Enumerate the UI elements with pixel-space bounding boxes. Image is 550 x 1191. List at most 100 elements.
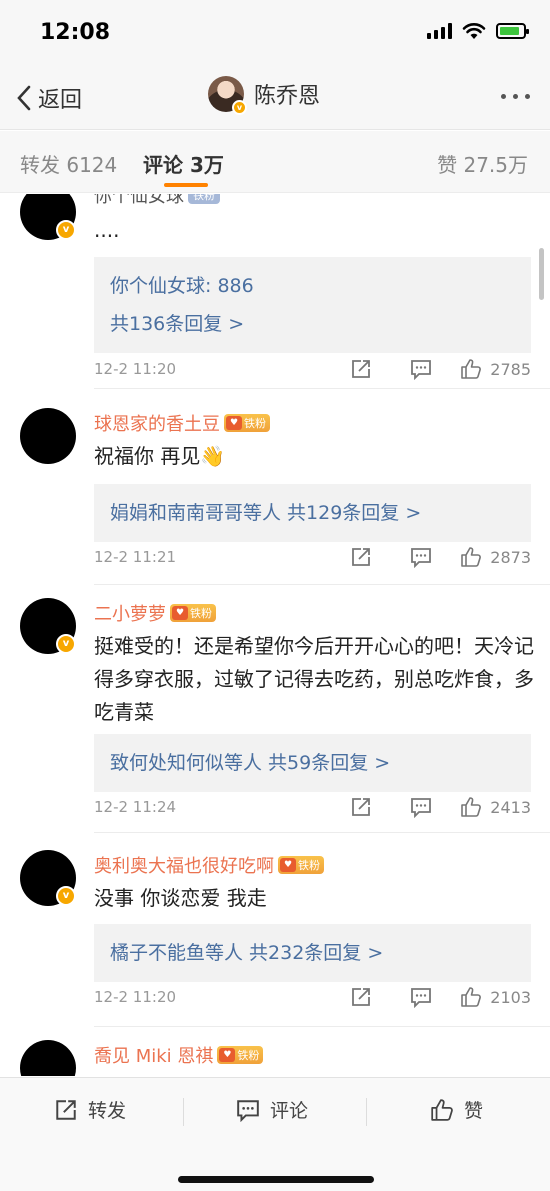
comment-item: v 你个仙女球 铁粉 .... 你个仙女球: 886 共136条回复 > 12-… <box>0 194 550 389</box>
share-icon[interactable] <box>350 546 372 568</box>
like-count: 2873 <box>490 547 531 567</box>
comment-actions: 2873 <box>312 546 531 568</box>
comment-timestamp: 12-2 11:20 <box>94 360 177 378</box>
reply-icon[interactable] <box>410 546 432 568</box>
divider <box>94 832 550 833</box>
like-button[interactable]: 2103 <box>460 986 531 1008</box>
scrollbar[interactable] <box>539 248 544 300</box>
comment-item: 球恩家的香土豆 ♥ 铁粉 祝福你 再见👋 娟娟和南南哥哥等人 共129条回复 > … <box>0 408 550 598</box>
reply-preview[interactable]: 橘子不能鱼等人 共232条回复 > <box>94 924 531 982</box>
comment-actions: 2785 <box>312 358 531 380</box>
comment-username[interactable]: 二小萝萝 ♥ 铁粉 <box>94 600 216 626</box>
like-count: 2103 <box>490 987 531 1007</box>
thumbs-up-icon <box>461 547 482 567</box>
bottom-action-bar: 转发 评论 赞 <box>0 1077 550 1191</box>
more-options-icon[interactable] <box>501 94 530 99</box>
avatar[interactable]: v <box>20 850 76 906</box>
verified-icon: v <box>56 634 76 654</box>
repost-label: 转发 <box>88 1100 127 1122</box>
status-icons <box>427 22 529 40</box>
fan-badge: ♥ 铁粉 <box>217 1046 264 1064</box>
verified-icon: v <box>232 100 247 115</box>
like-button[interactable]: 赞 <box>430 1096 483 1123</box>
reply-preview[interactable]: 娟娟和南南哥哥等人 共129条回复 > <box>94 484 531 542</box>
chevron-left-icon <box>17 85 31 111</box>
fan-badge: 铁粉 <box>188 194 220 204</box>
tab-repost[interactable]: 转发 6124 <box>20 149 117 178</box>
comment-actions: 2103 <box>312 986 531 1008</box>
thumbs-up-icon <box>461 359 482 379</box>
comment-item: 喬见 Miki 恩祺 ♥ 铁粉 <box>0 1040 550 1076</box>
heart-icon: ♥ <box>172 606 188 620</box>
divider <box>94 388 550 389</box>
avatar[interactable] <box>20 1040 76 1076</box>
like-count: 2413 <box>490 797 531 817</box>
fan-badge: ♥ 铁粉 <box>170 604 216 622</box>
reply-icon[interactable] <box>410 986 432 1008</box>
avatar[interactable]: v <box>208 76 247 115</box>
comment-text: 挺难受的！还是希望你今后开开心心的吧！天冷记得多穿衣服，过敏了记得去吃药，别总吃… <box>94 634 534 724</box>
reply-icon[interactable] <box>410 796 432 818</box>
thumbs-up-icon <box>431 1098 453 1121</box>
like-button[interactable]: 2873 <box>460 546 531 568</box>
comment-username[interactable]: 你个仙女球 铁粉 <box>94 194 220 208</box>
verified-icon: v <box>56 220 76 240</box>
avatar[interactable]: v <box>20 194 76 240</box>
reply-preview[interactable]: 你个仙女球: 886 共136条回复 > <box>94 257 531 353</box>
username-text: 球恩家的香土豆 <box>94 414 220 435</box>
share-icon[interactable] <box>350 796 372 818</box>
thumbs-up-icon <box>461 987 482 1007</box>
comment-icon <box>237 1099 259 1122</box>
comment-username[interactable]: 喬见 Miki 恩祺 ♥ 铁粉 <box>94 1042 264 1068</box>
like-label: 赞 <box>464 1100 484 1122</box>
heart-icon: ♥ <box>219 1048 236 1062</box>
comment-item: v 奥利奥大福也很好吃啊 ♥ 铁粉 没事 你谈恋爱 我走 橘子不能鱼等人 共232… <box>0 850 550 1040</box>
tab-comments[interactable]: 评论 3万 <box>143 149 224 178</box>
reply-count-link[interactable]: 共136条回复 > <box>110 305 515 343</box>
reply-icon[interactable] <box>410 358 432 380</box>
username-text: 你个仙女球 <box>94 194 184 207</box>
avatar[interactable]: v <box>20 598 76 654</box>
username-text: 喬见 Miki 恩祺 <box>94 1046 214 1067</box>
repost-button[interactable]: 转发 <box>54 1096 126 1123</box>
page-title: 陈乔恩 <box>254 84 321 109</box>
username-text: 奥利奥大福也很好吃啊 <box>94 856 274 877</box>
weibo-comments-screen: 12:08 返回 v 陈乔恩 转发 6124 评论 3万 赞 27.5万 v 你… <box>0 0 550 1191</box>
thumbs-up-icon <box>461 797 482 817</box>
reply-count-link[interactable]: 致何处知何似等人 共59条回复 > <box>110 744 515 782</box>
share-icon[interactable] <box>350 986 372 1008</box>
cellular-signal-icon <box>427 23 452 39</box>
back-button[interactable]: 返回 <box>16 82 82 114</box>
profile-header[interactable]: v 陈乔恩 <box>208 76 321 115</box>
avatar[interactable] <box>20 408 76 464</box>
active-tab-indicator <box>164 183 208 187</box>
comment-username[interactable]: 奥利奥大福也很好吃啊 ♥ 铁粉 <box>94 852 324 878</box>
comment-actions: 2413 <box>312 796 531 818</box>
back-label: 返回 <box>38 88 83 113</box>
divider <box>94 584 550 585</box>
status-time: 12:08 <box>40 20 111 45</box>
reply-line[interactable]: 你个仙女球: 886 <box>110 267 515 305</box>
tab-likes[interactable]: 赞 27.5万 <box>437 149 528 178</box>
comment-timestamp: 12-2 11:24 <box>94 798 177 816</box>
nav-bar: 返回 v 陈乔恩 <box>0 64 550 130</box>
like-button[interactable]: 2785 <box>460 358 531 380</box>
comment-list[interactable]: v 你个仙女球 铁粉 .... 你个仙女球: 886 共136条回复 > 12-… <box>0 194 550 1076</box>
like-button[interactable]: 2413 <box>460 796 531 818</box>
fan-badge: ♥ 铁粉 <box>278 856 324 874</box>
share-icon[interactable] <box>350 358 372 380</box>
comment-username[interactable]: 球恩家的香土豆 ♥ 铁粉 <box>94 410 270 436</box>
home-indicator[interactable] <box>178 1176 374 1183</box>
reply-preview[interactable]: 致何处知何似等人 共59条回复 > <box>94 734 531 792</box>
tab-bar: 转发 6124 评论 3万 赞 27.5万 <box>0 131 550 193</box>
divider <box>94 1026 550 1027</box>
reply-count-link[interactable]: 橘子不能鱼等人 共232条回复 > <box>110 934 515 972</box>
heart-icon: ♥ <box>280 858 296 872</box>
comment-button[interactable]: 评论 <box>236 1096 308 1123</box>
divider <box>366 1098 367 1126</box>
verified-icon: v <box>56 886 76 906</box>
reply-count-link[interactable]: 娟娟和南南哥哥等人 共129条回复 > <box>110 494 515 532</box>
fan-badge: ♥ 铁粉 <box>224 414 270 432</box>
heart-icon: ♥ <box>226 416 242 430</box>
comment-text: .... <box>94 218 120 242</box>
